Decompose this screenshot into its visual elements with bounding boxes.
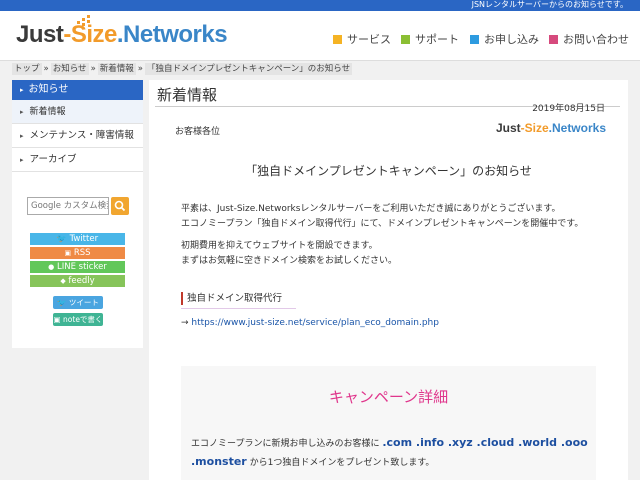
- addressee: お客様各位: [175, 127, 221, 137]
- search-icon: [114, 200, 126, 212]
- chevron-right-icon: ▸: [20, 156, 24, 164]
- main-content: 新着情報 2019年08月15日 お客様各位 Just-Size.Network…: [149, 80, 628, 480]
- campaign-title: キャンペーン詳細: [328, 388, 449, 406]
- nav-contact[interactable]: お問い合わせ: [549, 31, 629, 47]
- chevron-right-icon: ▸: [20, 108, 24, 116]
- body-text: まずはお気軽に空きドメイン検索をお試しください。: [181, 256, 398, 266]
- contact-square-icon: [549, 35, 558, 44]
- breadcrumb-whats-new[interactable]: 新着情報: [97, 63, 136, 75]
- site-logo[interactable]: Just-Size.Networks: [16, 21, 228, 49]
- top-announcement-bar: JSNレンタルサーバーからのお知らせです。: [0, 0, 640, 11]
- section-underline: [181, 308, 296, 309]
- body-text: 平素は、Just-Size.Networksレンタルサーバーをご利用いただき誠に…: [181, 204, 561, 214]
- post-date: 2019年08月15日: [532, 104, 605, 114]
- section-heading: 独自ドメイン取得代行: [181, 292, 282, 305]
- tweet-button[interactable]: 🐦 ツイート: [53, 296, 103, 309]
- feedly-link[interactable]: ◆ feedly: [30, 275, 125, 287]
- campaign-box: キャンペーン詳細 エコノミープランに新規お申し込みのお客様に .com .inf…: [181, 366, 596, 480]
- note-button[interactable]: ▣ noteで書く: [53, 313, 103, 326]
- notice-title: 「独自ドメインプレゼントキャンペーン」のお知らせ: [245, 164, 532, 178]
- company-logo: Just-Size.Networks: [495, 121, 606, 135]
- twitter-bird-icon: 🐦: [57, 298, 67, 307]
- twitter-link[interactable]: 🐦 Twitter: [30, 233, 125, 245]
- search-input[interactable]: Google カスタム検索: [27, 197, 109, 215]
- nav-support[interactable]: サポート: [401, 31, 459, 47]
- site-header: Just-Size.Networks サービス サポート お申し込み お問い合わ…: [0, 11, 640, 61]
- apply-square-icon: [470, 35, 479, 44]
- breadcrumb: トップ» お知らせ» 新着情報» 「独自ドメインプレゼントキャンペーン」のお知らせ: [12, 63, 353, 75]
- nav-apply[interactable]: お申し込み: [470, 31, 539, 47]
- rss-icon: ▣: [64, 249, 72, 257]
- support-square-icon: [401, 35, 410, 44]
- announcement-text[interactable]: JSNレンタルサーバーからのお知らせです。: [472, 0, 628, 11]
- page-title: 新着情報: [157, 86, 218, 104]
- feedly-icon: ◆: [60, 277, 66, 285]
- note-icon: ▣: [53, 315, 61, 324]
- sidebar-item-maintenance[interactable]: ▸ メンテナンス・障害情報: [12, 124, 143, 148]
- campaign-text: エコノミープランに新規お申し込みのお客様に .com .info .xyz .c…: [191, 436, 588, 468]
- service-square-icon: [333, 35, 342, 44]
- chevron-right-icon: ▸: [20, 132, 24, 140]
- sidebar-item-archive[interactable]: ▸ アーカイブ: [12, 148, 143, 172]
- breadcrumb-news[interactable]: お知らせ: [50, 63, 89, 75]
- body-text: エコノミープラン「独自ドメイン取得代行」にて、ドメインプレゼントキャンペーンを開…: [181, 219, 584, 229]
- breadcrumb-top[interactable]: トップ: [12, 63, 42, 75]
- domain-service-link[interactable]: https://www.just-size.net/service/plan_e…: [191, 318, 439, 328]
- sidebar-header[interactable]: ▸ お知らせ: [12, 80, 143, 100]
- nav-service[interactable]: サービス: [333, 31, 391, 47]
- chevron-right-icon: ▸: [20, 86, 24, 94]
- line-sticker-link[interactable]: ● LINE sticker: [30, 261, 125, 273]
- campaign-tld-monster: .monster: [191, 455, 247, 468]
- breadcrumb-current: 「独自ドメインプレゼントキャンペーン」のお知らせ: [144, 63, 353, 75]
- rss-link[interactable]: ▣ RSS: [30, 247, 125, 259]
- search-button[interactable]: [111, 197, 129, 215]
- sidebar-item-whats-new[interactable]: ▸ 新着情報: [12, 100, 143, 124]
- body-text: 初期費用を抑えてウェブサイトを開設できます。: [181, 241, 378, 251]
- domain-link-row: → https://www.just-size.net/service/plan…: [181, 318, 439, 328]
- campaign-tlds: .com .info .xyz .cloud .world .ooo: [382, 436, 588, 449]
- sidebar: ▸ お知らせ ▸ 新着情報 ▸ メンテナンス・障害情報 ▸ アーカイブ Google カ…: [12, 80, 143, 348]
- line-icon: ●: [48, 263, 55, 271]
- twitter-bird-icon: 🐦: [56, 234, 67, 243]
- arrow-right-icon: →: [181, 318, 189, 328]
